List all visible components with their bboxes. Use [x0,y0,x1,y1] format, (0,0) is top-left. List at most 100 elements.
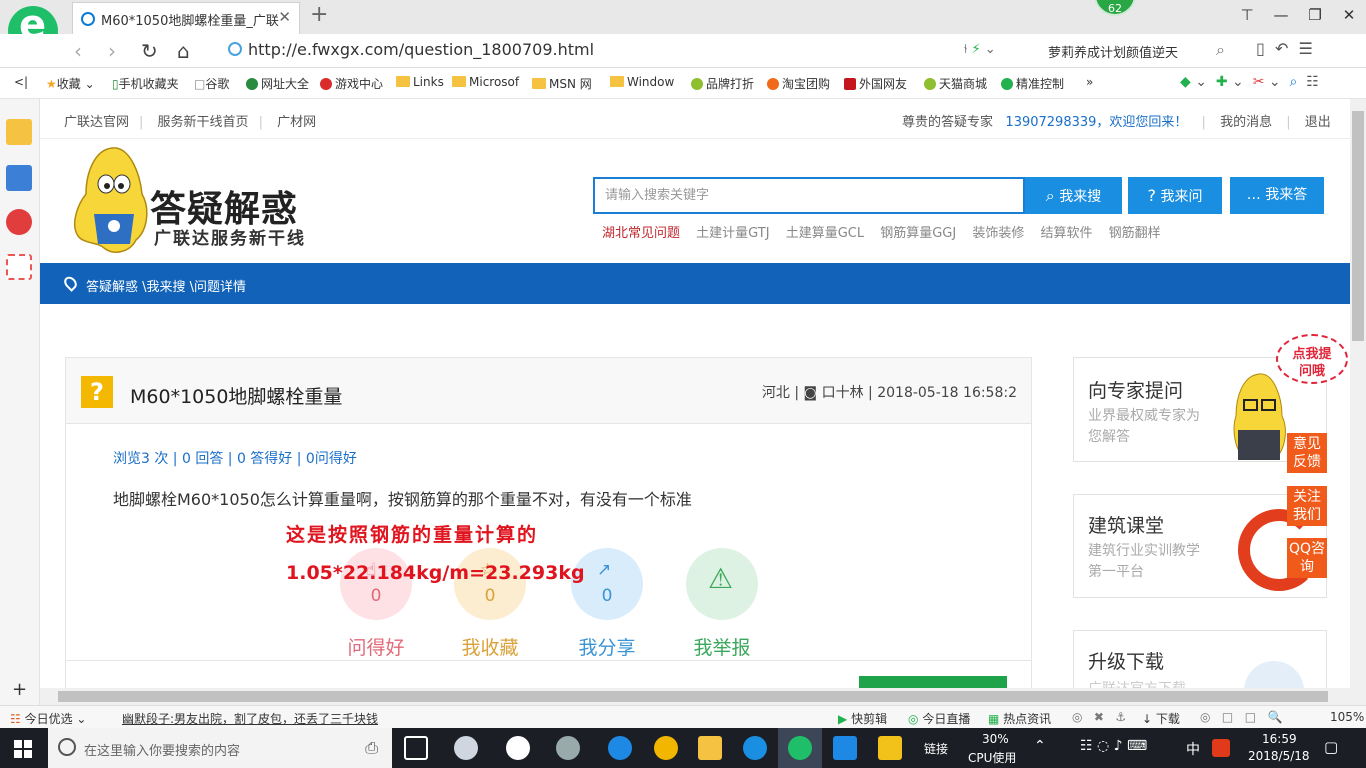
back-icon[interactable]: ‹ [74,39,82,63]
extension-icons[interactable]: ◆ ⌄ ✚ ⌄ ✂ ⌄ ⌕ ☷ [1180,74,1319,90]
browser-tab[interactable]: M60*1050地脚螺栓重量_广联达 ✕ [72,2,300,34]
favorite-label[interactable]: 我收藏 [445,633,535,660]
fav-item[interactable]: 网址大全 [246,75,309,92]
hot-link[interactable]: 结算软件 [1041,226,1093,241]
edge-icon[interactable] [608,736,632,760]
active-app-slot[interactable] [778,728,822,768]
question-user[interactable]: 口十林 [822,385,864,401]
report-action-button[interactable]: ⚠ [686,548,758,620]
email-icon[interactable] [6,254,32,280]
ime-indicator[interactable]: 中 [1186,739,1200,759]
download-card[interactable]: 升级下载 广联达官方下载 [1073,630,1327,688]
fav-item[interactable]: 淘宝团购 [767,75,830,92]
ie-icon[interactable] [654,736,678,760]
answer-button[interactable]: … 我来答 [1230,177,1324,214]
sogou-icon[interactable] [1212,739,1230,757]
fav-item[interactable]: □谷歌 [194,75,229,92]
hot-link[interactable]: 土建计量GTJ [696,226,769,241]
live-today[interactable]: ◎ 今日直播 [908,710,970,727]
hot-link[interactable]: 钢筋算量GGJ [880,226,956,241]
today-picks[interactable]: ☷ 今日优选 ⌄ [10,710,86,727]
favorite-action-button[interactable]: ☆ 0 [454,548,526,620]
fav-item[interactable]: MSN 网 [532,75,592,92]
taskbar-link[interactable]: 链接 [924,740,948,757]
skin-icon[interactable]: ⊤ [1230,0,1264,34]
app-icon[interactable] [454,736,478,760]
fav-item[interactable]: 外国网友 [844,75,907,92]
nav-link-service-home[interactable]: 服务新干线首页 [158,115,249,130]
forward-icon[interactable]: › [108,39,116,63]
task-view-icon[interactable] [404,736,428,760]
close-button[interactable]: ✕ [1332,0,1366,34]
my-messages-link[interactable]: 我的消息 [1220,115,1272,130]
horizontal-scrollbar[interactable] [40,688,1350,705]
toolbar-icons[interactable]: ▯ ↶ ☰ [1256,39,1313,58]
breadcrumb[interactable]: 答疑解惑 \我来搜 \问题详情 [86,276,246,295]
news-ticker[interactable]: 幽默段子:男友出院，割了皮包，还丢了三千块钱 [122,710,378,727]
hot-link[interactable]: 装饰装修 [972,226,1024,241]
reading-list-icon[interactable] [6,165,32,191]
nav-link-material[interactable]: 广材网 [277,115,316,130]
new-tab-button[interactable]: + [310,2,328,27]
nav-link-glodon[interactable]: 广联达官网 [64,115,129,130]
feedback-button[interactable]: 意见反馈 [1287,433,1327,473]
weibo-icon[interactable] [6,209,32,235]
fav-item[interactable]: ★收藏 ⌄ [46,75,95,92]
scroll-thumb[interactable] [1352,111,1364,341]
hot-link[interactable]: 钢筋翻样 [1109,226,1161,241]
taskbar-search-input[interactable]: 在这里输入你要搜索的内容 [84,740,240,759]
notification-badge[interactable]: 62 [1094,0,1136,16]
fav-item[interactable]: 品牌打折 [691,75,754,92]
ask-button[interactable]: ? 我来问 [1128,177,1222,214]
ask-bubble[interactable]: 点我提问哦 [1276,334,1348,384]
fav-item[interactable]: ▯手机收藏夹 [112,75,179,92]
report-label[interactable]: 我举报 [677,633,767,660]
url-field[interactable]: http://e.fwxgx.com/question_1800709.html [228,40,594,59]
hot-search-text[interactable]: 萝莉养成计划颜值逆天 [1048,42,1178,61]
status-tool-icons[interactable]: ◎ ✖ ⚓ [1072,710,1126,724]
glodon-app-icon[interactable] [743,736,767,760]
tab-close-icon[interactable]: ✕ [278,8,291,26]
search-icon[interactable]: ⌕ [1216,40,1225,60]
favorites-star-icon[interactable] [6,119,32,145]
logout-link[interactable]: 退出 [1305,115,1331,130]
share-label[interactable]: 我分享 [562,633,652,660]
file-explorer-icon[interactable] [698,736,722,760]
clock-time[interactable]: 16:59 [1262,732,1297,746]
add-icon[interactable]: + [12,679,27,700]
microphone-icon[interactable]: ⎙ [365,738,378,758]
user-phone-link[interactable]: 13907298339，欢迎您回来！ [1005,115,1187,130]
zoom-level[interactable]: 105% [1330,710,1364,724]
taskbar-search[interactable]: 在这里输入你要搜索的内容 ⎙ [48,728,392,768]
keyword-search-input[interactable]: 请输入搜索关键字 [593,177,1025,214]
quick-edit[interactable]: ▶ 快剪辑 [838,710,887,727]
minimize-button[interactable]: — [1264,0,1298,34]
fav-item[interactable]: 天猫商城 [924,75,987,92]
fav-item[interactable]: Links [396,75,444,89]
restore-button[interactable]: ❐ [1298,0,1332,34]
follow-us-button[interactable]: 关注我们 [1287,486,1327,526]
fav-item[interactable]: 精准控制 [1001,75,1064,92]
tray-icons[interactable]: ☷ ◌ ♪ ⌨ [1080,738,1147,754]
browser-e-icon[interactable] [506,736,530,760]
fav-item[interactable]: 游戏中心 [320,75,383,92]
like-label[interactable]: 问得好 [331,633,421,660]
notification-icon[interactable]: ▢ [1324,738,1338,756]
qq-consult-button[interactable]: QQ咨询 [1287,538,1327,578]
app-swirl-icon[interactable] [556,736,580,760]
downloads[interactable]: ↓ 下载 [1142,710,1180,727]
sidebar-toggle-icon[interactable]: <| [14,75,28,89]
share-action-button[interactable]: ↗ 0 [571,548,643,620]
notes-icon[interactable] [878,736,902,760]
like-action-button[interactable]: ☝ 0 [340,548,412,620]
home-icon[interactable]: ⌂ [177,39,190,63]
share-icon[interactable]: ⫮ ⚡ ⌄ [964,42,996,57]
hot-link[interactable]: 土建算量GCL [786,226,864,241]
scroll-thumb[interactable] [58,691,1328,702]
status-more-icons[interactable]: ◎ □ □ 🔍 [1200,710,1282,724]
refresh-icon[interactable]: ↻ [141,39,158,63]
clock-date[interactable]: 2018/5/18 [1248,749,1310,763]
fav-more-icon[interactable]: » [1086,75,1093,89]
tray-expand-icon[interactable]: ⌃ [1034,738,1046,754]
search-button[interactable]: ⌕ 我来搜 [1025,177,1122,214]
